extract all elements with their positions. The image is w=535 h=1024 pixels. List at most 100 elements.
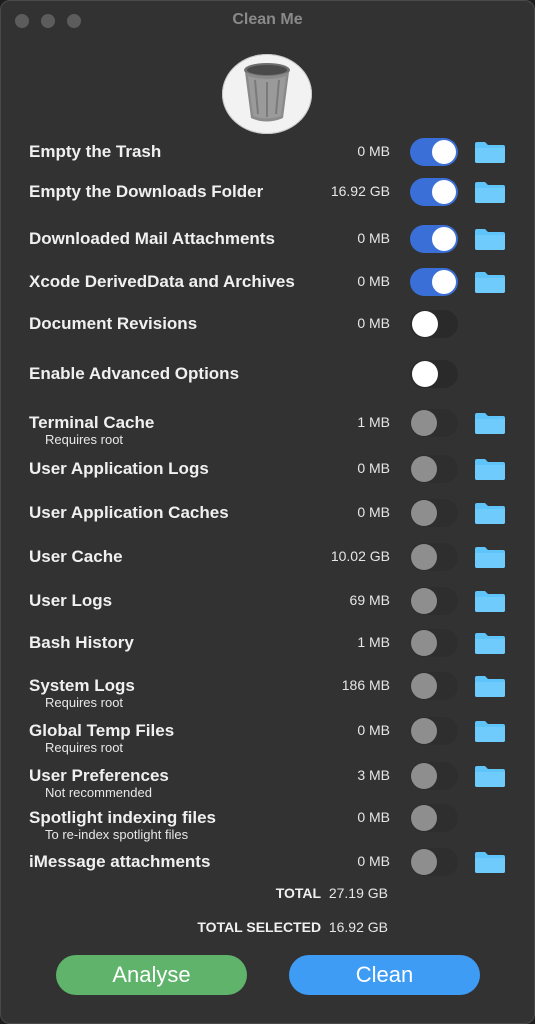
total-selected-value: 16.92 GB xyxy=(328,919,388,935)
total-selected-readout: TOTAL SELECTED 16.92 GB xyxy=(197,919,388,935)
option-size: 0 MB xyxy=(357,315,390,331)
toggle-knob xyxy=(411,456,437,482)
option-label: Enable Advanced Options xyxy=(29,364,240,383)
option-row-user-application-caches: User Application Caches 0 MB xyxy=(1,499,534,546)
option-size: 0 MB xyxy=(357,722,390,738)
toggle-knob xyxy=(411,630,437,656)
toggle-knob xyxy=(411,673,437,699)
option-toggle[interactable] xyxy=(410,455,458,483)
folder-icon[interactable] xyxy=(474,850,506,874)
option-row-bash-history: Bash History 1 MB xyxy=(1,629,534,676)
title-bar: Clean Me xyxy=(1,1,534,41)
option-toggle[interactable] xyxy=(410,178,458,206)
toggle-knob xyxy=(412,311,438,337)
clean-button[interactable]: Clean xyxy=(289,955,480,995)
option-toggle[interactable] xyxy=(410,499,458,527)
option-label: Bash History xyxy=(29,633,134,652)
option-row-enable-advanced-options: Enable Advanced Options xyxy=(1,360,534,407)
option-size: 0 MB xyxy=(357,504,390,520)
option-row-system-logs: System Logs Requires root 186 MB xyxy=(1,672,534,719)
option-toggle[interactable] xyxy=(410,629,458,657)
option-size: 3 MB xyxy=(357,767,390,783)
option-size: 0 MB xyxy=(357,273,390,289)
option-label: Empty the Trash xyxy=(29,142,162,161)
folder-icon[interactable] xyxy=(474,501,506,525)
option-toggle[interactable] xyxy=(410,848,458,876)
option-size: 0 MB xyxy=(357,809,390,825)
option-label: Xcode DerivedData and Archives xyxy=(29,272,295,291)
option-size: 10.02 GB xyxy=(330,548,390,564)
total-value: 27.19 GB xyxy=(328,885,388,901)
option-toggle[interactable] xyxy=(410,268,458,296)
option-label: Document Revisions xyxy=(29,314,198,333)
option-row-downloaded-mail-attachments: Downloaded Mail Attachments 0 MB xyxy=(1,225,534,272)
option-toggle[interactable] xyxy=(410,804,458,832)
option-row-user-cache: User Cache 10.02 GB xyxy=(1,543,534,590)
toggle-knob xyxy=(411,410,437,436)
option-label: System Logs xyxy=(29,676,135,695)
toggle-knob xyxy=(411,500,437,526)
trash-icon xyxy=(222,54,312,134)
folder-icon[interactable] xyxy=(474,227,506,251)
window-title: Clean Me xyxy=(232,11,303,28)
option-row-document-revisions: Document Revisions 0 MB xyxy=(1,310,534,357)
option-size: 1 MB xyxy=(357,634,390,650)
folder-icon[interactable] xyxy=(474,545,506,569)
option-sublabel: To re-index spotlight files xyxy=(45,827,189,842)
folder-icon[interactable] xyxy=(474,270,506,294)
option-row-empty-the-trash: Empty the Trash 0 MB xyxy=(1,138,534,185)
folder-icon[interactable] xyxy=(474,140,506,164)
option-toggle[interactable] xyxy=(410,360,458,388)
folder-icon[interactable] xyxy=(474,411,506,435)
option-row-xcode-deriveddata-and-archives: Xcode DerivedData and Archives 0 MB xyxy=(1,268,534,315)
option-sublabel: Requires root xyxy=(45,740,124,755)
folder-icon[interactable] xyxy=(474,631,506,655)
option-size: 0 MB xyxy=(357,853,390,869)
toggle-knob xyxy=(432,140,456,164)
option-label: iMessage attachments xyxy=(29,852,211,871)
option-row-terminal-cache: Terminal Cache Requires root 1 MB xyxy=(1,409,534,456)
toggle-knob xyxy=(411,849,437,875)
toggle-knob xyxy=(432,270,456,294)
folder-icon[interactable] xyxy=(474,674,506,698)
option-sublabel: Requires root xyxy=(45,695,124,710)
option-size: 186 MB xyxy=(341,677,390,693)
option-toggle[interactable] xyxy=(410,310,458,338)
option-label: User Logs xyxy=(29,591,113,610)
folder-icon[interactable] xyxy=(474,764,506,788)
option-toggle[interactable] xyxy=(410,717,458,745)
folder-icon[interactable] xyxy=(474,719,506,743)
option-toggle[interactable] xyxy=(410,409,458,437)
option-toggle[interactable] xyxy=(410,762,458,790)
folder-icon[interactable] xyxy=(474,180,506,204)
option-row-empty-the-downloads-folder: Empty the Downloads Folder 16.92 GB xyxy=(1,178,534,225)
toggle-knob xyxy=(411,544,437,570)
option-toggle[interactable] xyxy=(410,587,458,615)
option-label: User Preferences xyxy=(29,766,169,785)
option-toggle[interactable] xyxy=(410,543,458,571)
option-size: 1 MB xyxy=(357,414,390,430)
option-label: User Application Logs xyxy=(29,459,209,478)
option-row-user-preferences: User Preferences Not recommended 3 MB xyxy=(1,762,534,809)
option-size: 0 MB xyxy=(357,230,390,246)
analyse-button[interactable]: Analyse xyxy=(56,955,247,995)
option-size: 16.92 GB xyxy=(330,183,390,199)
toggle-knob xyxy=(432,227,456,251)
option-label: Spotlight indexing files xyxy=(29,808,216,827)
option-toggle[interactable] xyxy=(410,138,458,166)
option-size: 0 MB xyxy=(357,143,390,159)
total-selected-label: TOTAL SELECTED xyxy=(197,919,322,935)
toggle-knob xyxy=(432,180,456,204)
option-row-imessage-attachments: iMessage attachments 0 MB xyxy=(1,848,534,895)
option-row-global-temp-files: Global Temp Files Requires root 0 MB xyxy=(1,717,534,764)
folder-icon[interactable] xyxy=(474,457,506,481)
option-size: 69 MB xyxy=(349,592,390,608)
option-toggle[interactable] xyxy=(410,225,458,253)
folder-icon[interactable] xyxy=(474,589,506,613)
option-toggle[interactable] xyxy=(410,672,458,700)
toggle-knob xyxy=(411,718,437,744)
option-label: User Cache xyxy=(29,547,123,566)
option-label: Downloaded Mail Attachments xyxy=(29,229,275,248)
option-size: 0 MB xyxy=(357,460,390,476)
total-readout: TOTAL 27.19 GB xyxy=(276,885,388,901)
